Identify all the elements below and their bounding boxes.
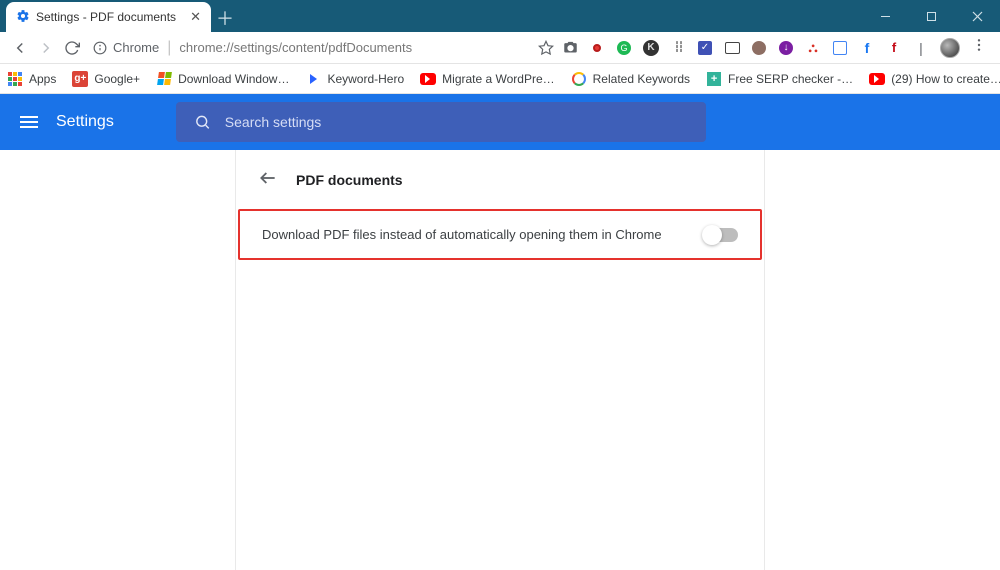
settings-header: Settings bbox=[0, 94, 1000, 150]
window-controls bbox=[862, 0, 1000, 32]
profile-avatar[interactable] bbox=[940, 38, 960, 58]
bookmark-apps[interactable]: Apps bbox=[7, 71, 56, 87]
youtube-icon bbox=[869, 71, 885, 87]
extensions-cluster: G K ┇┇ ✓ ↓ ⛬ f f | bbox=[562, 37, 989, 58]
browser-menu-button[interactable] bbox=[971, 37, 989, 58]
setting-label: Download PDF files instead of automatica… bbox=[262, 227, 704, 242]
ext-card-icon[interactable] bbox=[724, 40, 740, 56]
ext-k-icon[interactable]: K bbox=[643, 40, 659, 56]
bookmark-item[interactable]: Download Window… bbox=[156, 71, 289, 87]
maximize-button[interactable] bbox=[908, 0, 954, 32]
tab-title: Settings - PDF documents bbox=[36, 10, 184, 24]
ext-download-icon[interactable]: ↓ bbox=[778, 40, 794, 56]
search-icon bbox=[194, 113, 211, 131]
bookmark-item[interactable]: Keyword-Hero bbox=[305, 71, 404, 87]
ext-record-icon[interactable] bbox=[589, 40, 605, 56]
bookmarks-bar: Apps g+Google+ Download Window… Keyword-… bbox=[0, 64, 1000, 94]
keyword-hero-icon bbox=[305, 71, 321, 87]
new-tab-button[interactable]: ＋ bbox=[211, 4, 239, 32]
ext-camera-icon[interactable] bbox=[562, 40, 578, 56]
settings-search[interactable] bbox=[176, 102, 706, 142]
youtube-icon bbox=[420, 71, 436, 87]
ext-green-icon[interactable]: G bbox=[616, 40, 632, 56]
bookmark-item[interactable]: g+Google+ bbox=[72, 71, 140, 87]
ext-cookie-icon[interactable] bbox=[751, 40, 767, 56]
toggle-switch[interactable] bbox=[704, 228, 738, 242]
origin-label: Chrome bbox=[113, 40, 159, 55]
omnibox[interactable]: Chrome | chrome://settings/content/pdfDo… bbox=[85, 34, 562, 62]
ext-gcal-icon[interactable] bbox=[832, 40, 848, 56]
bookmark-item[interactable]: Related Keywords bbox=[571, 71, 690, 87]
ext-f-icon[interactable]: f bbox=[886, 40, 902, 56]
back-button[interactable] bbox=[7, 34, 33, 62]
page-title: PDF documents bbox=[296, 172, 403, 188]
app-title: Settings bbox=[56, 113, 114, 131]
separator: | bbox=[167, 39, 171, 57]
settings-card: PDF documents Download PDF files instead… bbox=[235, 150, 765, 570]
settings-page: PDF documents Download PDF files instead… bbox=[0, 150, 1000, 570]
ext-dots-icon[interactable]: ┇┇ bbox=[670, 40, 686, 56]
page-header: PDF documents bbox=[236, 150, 764, 209]
reload-button[interactable] bbox=[59, 34, 85, 62]
gear-icon bbox=[16, 9, 30, 26]
search-input[interactable] bbox=[225, 114, 688, 130]
bookmark-item[interactable]: +Free SERP checker -… bbox=[706, 71, 853, 87]
minimize-button[interactable] bbox=[862, 0, 908, 32]
setting-row[interactable]: Download PDF files instead of automatica… bbox=[240, 211, 760, 258]
apps-grid-icon bbox=[7, 71, 23, 87]
highlighted-setting: Download PDF files instead of automatica… bbox=[238, 209, 762, 260]
forward-button[interactable] bbox=[33, 34, 59, 62]
google-ring-icon bbox=[571, 71, 587, 87]
window-titlebar: Settings - PDF documents ✕ ＋ bbox=[0, 0, 1000, 32]
serp-icon: + bbox=[706, 71, 722, 87]
bookmark-item[interactable]: (29) How to create… bbox=[869, 71, 1000, 87]
ext-facebook-icon[interactable]: f bbox=[859, 40, 875, 56]
google-plus-icon: g+ bbox=[72, 71, 88, 87]
separator: | bbox=[913, 40, 929, 56]
ext-todoist-icon[interactable]: ✓ bbox=[697, 40, 713, 56]
bookmark-item[interactable]: Migrate a WordPre… bbox=[420, 71, 554, 87]
windows-icon bbox=[156, 71, 172, 87]
back-arrow-icon[interactable] bbox=[258, 168, 278, 191]
ext-wayback-icon[interactable]: ⛬ bbox=[805, 40, 821, 56]
site-info-icon[interactable]: Chrome bbox=[93, 40, 159, 55]
close-window-button[interactable] bbox=[954, 0, 1000, 32]
menu-icon[interactable] bbox=[20, 116, 38, 128]
star-icon[interactable] bbox=[538, 40, 554, 56]
browser-tab[interactable]: Settings - PDF documents ✕ bbox=[6, 2, 211, 32]
url-text: chrome://settings/content/pdfDocuments bbox=[179, 40, 412, 55]
address-bar: Chrome | chrome://settings/content/pdfDo… bbox=[0, 32, 1000, 64]
close-tab-icon[interactable]: ✕ bbox=[190, 9, 201, 25]
